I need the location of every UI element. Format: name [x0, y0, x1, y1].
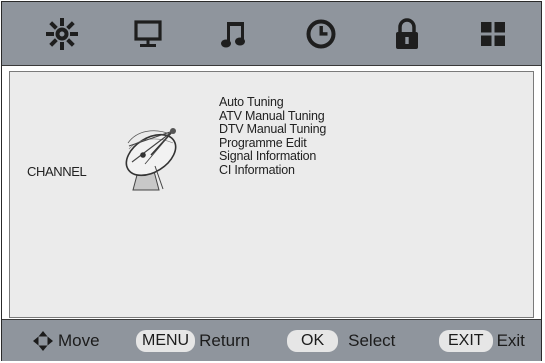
tab-lock[interactable] [387, 14, 427, 54]
channel-menu-window: CHANNEL Auto Tuning ATV Manual Tuning DT… [1, 1, 542, 361]
four-way-arrow-icon [33, 331, 53, 351]
select-label: Select [348, 331, 396, 350]
hint-return: MENU Return [136, 330, 250, 352]
menu-key[interactable]: MENU [136, 330, 196, 352]
grid-icon [481, 22, 505, 46]
return-label: Return [199, 331, 251, 350]
hint-move: Move [32, 330, 100, 352]
section-title: CHANNEL [27, 164, 87, 179]
key-hint-bar: Move MENU Return OK Select EXIT Exit [2, 319, 541, 361]
menu-item-programme-edit[interactable]: Programme Edit [219, 136, 326, 151]
satellite-dish-icon [125, 128, 177, 191]
picture-settings-icon [46, 18, 78, 50]
menu-item-atv-manual-tuning[interactable]: ATV Manual Tuning [219, 109, 326, 124]
music-note-icon [221, 22, 245, 48]
channel-panel: CHANNEL Auto Tuning ATV Manual Tuning DT… [9, 71, 534, 318]
screen-icon [134, 20, 162, 47]
menu-item-signal-information[interactable]: Signal Information [219, 150, 326, 164]
hint-exit: EXIT Exit [439, 330, 525, 352]
tab-screen[interactable] [128, 14, 168, 54]
clock-icon [306, 19, 336, 49]
menu-item-ci-information[interactable]: CI Information [219, 163, 326, 178]
lock-icon [396, 18, 418, 49]
menu-item-auto-tuning[interactable]: Auto Tuning [219, 95, 326, 110]
top-menu-bar [2, 2, 541, 66]
tab-setup[interactable] [473, 14, 513, 54]
channel-menu-list: Auto Tuning ATV Manual Tuning DTV Manual… [219, 95, 326, 178]
exit-key[interactable]: EXIT [439, 330, 493, 352]
tab-sound[interactable] [214, 14, 254, 54]
ok-key[interactable]: OK [287, 330, 339, 352]
hint-select: OK Select [287, 330, 395, 352]
tab-picture[interactable] [42, 14, 82, 54]
move-label: Move [58, 331, 100, 350]
menu-item-dtv-manual-tuning[interactable]: DTV Manual Tuning [219, 123, 326, 137]
exit-label: Exit [496, 331, 525, 350]
tab-time[interactable] [301, 14, 341, 54]
